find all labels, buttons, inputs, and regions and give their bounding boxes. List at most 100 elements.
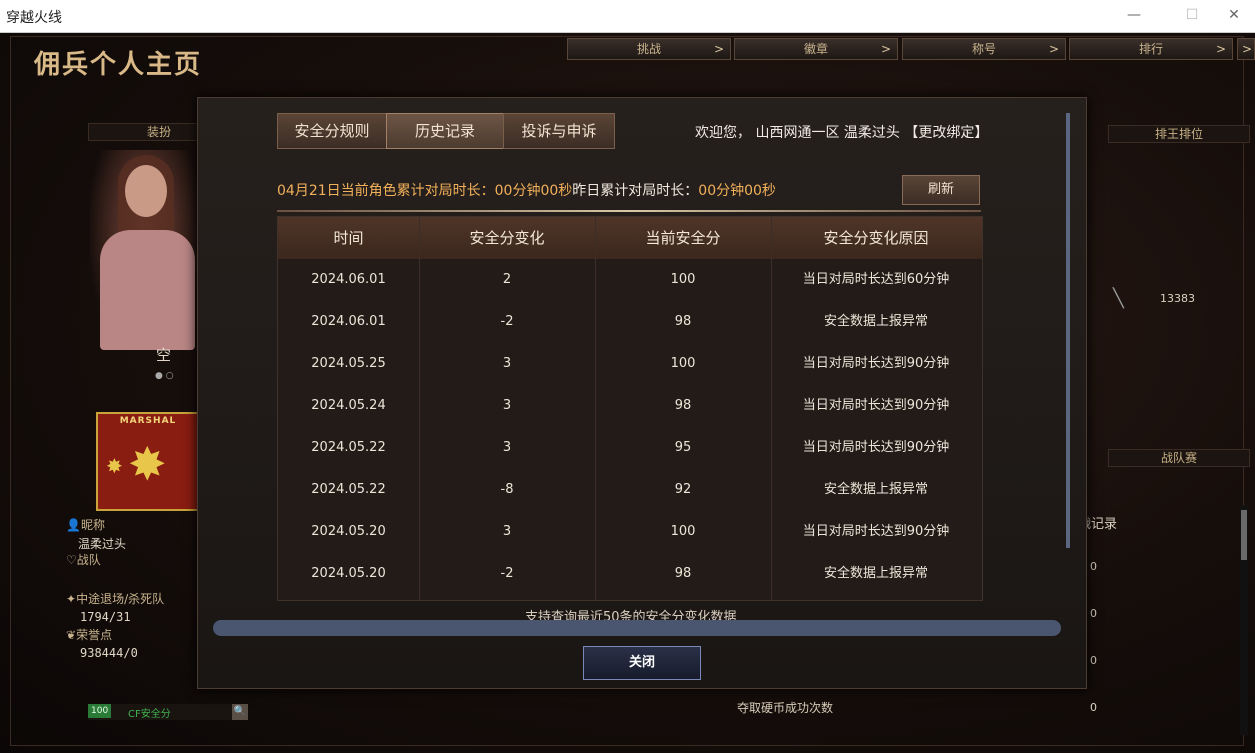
team-label: ♡战队 [66, 553, 101, 567]
table-row: 2024.05.20 3 100 当日对局时长达到90分钟 [278, 511, 982, 553]
table-cell: 3 [502, 440, 512, 455]
stat-number: 13383 [1160, 292, 1195, 305]
playtime-info: 04月21日当前角色累计对局时长：00分钟00秒昨日累计对局时长：00分钟00秒 [277, 183, 776, 199]
nickname-label: 👤昵称 [66, 518, 105, 532]
laurel-icon: ❦ [66, 628, 77, 642]
chevron-right-icon: > [713, 42, 724, 56]
safe-score-value: 100 [88, 704, 112, 718]
chevron-right-icon: > [1048, 42, 1059, 56]
history-table: 时间 安全分变化 当前安全分 安全分变化原因 2024.06.01 2 100 当日对… [277, 216, 983, 601]
table-row: 2024.05.22 -8 92 安全数据上报异常 [278, 469, 982, 511]
runner-icon: ✦ [66, 592, 77, 606]
column-reason: 安全分变化原因 [823, 229, 929, 247]
knife-icon: ╲ [1113, 288, 1124, 309]
table-cell: 2 [502, 272, 512, 287]
column-current: 当前安全分 [645, 229, 721, 247]
tab-clan-match[interactable]: 战队赛 [1108, 449, 1250, 467]
table-cell: 98 [674, 314, 692, 329]
table-cell: 2024.05.20 [311, 524, 386, 539]
dialog-scrollbar[interactable] [1066, 113, 1070, 548]
table-cell: 2024.05.20 [311, 566, 386, 581]
table-cell: 3 [502, 398, 512, 413]
nav-title-label: 称号 [971, 42, 996, 56]
honor-label: ❦荣誉点 [66, 628, 113, 642]
table-cell: -2 [500, 314, 514, 329]
tab-history[interactable]: 历史记录 [386, 113, 504, 149]
table-cell: 2024.06.01 [311, 272, 386, 287]
record-value: 0 [1090, 560, 1097, 573]
table-row: 2024.06.01 2 100 当日对局时长达到60分钟 [278, 259, 982, 301]
table-header: 时间 安全分变化 当前安全分 安全分变化原因 [278, 217, 982, 259]
close-window-icon[interactable]: ✕ [1222, 4, 1246, 26]
chevron-right-icon: > [1215, 42, 1226, 56]
person-icon: 👤 [66, 518, 81, 532]
table-cell: 2024.05.24 [311, 398, 386, 413]
window-title: 穿越火线 [6, 10, 62, 26]
nav-ranking[interactable]: 排行 > [1069, 38, 1233, 60]
nav-challenge-label: 挑战 [636, 42, 661, 56]
table-cell: 2024.05.22 [311, 482, 386, 497]
page-scrollbar[interactable] [1240, 505, 1248, 735]
team-icon: ♡ [66, 553, 77, 567]
tab-safe-rules[interactable]: 安全分规则 [277, 113, 387, 149]
change-binding-link[interactable]: 【更改绑定】 [904, 125, 988, 141]
rank-badge: MARSHAL ✸ ✸ [96, 412, 202, 511]
table-cell: 安全数据上报异常 [823, 314, 928, 329]
search-icon[interactable]: 🔍 [232, 704, 248, 720]
tab-ranked[interactable]: 排王排位 [1108, 125, 1250, 143]
quit-value: 1794/31 [80, 610, 131, 624]
coin-success-label: 夺取硬币成功次数 [737, 701, 834, 715]
nav-badge[interactable]: 徽章 > [734, 38, 898, 60]
page-title: 佣兵个人主页 [34, 50, 203, 80]
chevron-right-icon: > [880, 42, 891, 56]
record-value: 0 [1090, 701, 1097, 714]
table-row: 2024.06.01 -2 98 安全数据上报异常 [278, 301, 982, 343]
table-cell: 2024.06.01 [311, 314, 386, 329]
minimize-icon[interactable]: — [1122, 4, 1146, 26]
quit-label: ✦中途退场/杀死队 [66, 592, 165, 606]
empty-slot-label: 空 [156, 346, 172, 364]
table-cell: 当日对局时长达到90分钟 [802, 356, 950, 371]
badge-label: MARSHAL [119, 416, 177, 426]
table-row: 2024.05.24 3 98 当日对局时长达到90分钟 [278, 385, 982, 427]
nav-challenge[interactable]: 挑战 > [567, 38, 731, 60]
table-cell: 当日对局时长达到60分钟 [802, 272, 950, 287]
table-cell: 100 [670, 356, 696, 371]
table-cell: 当日对局时长达到90分钟 [802, 398, 950, 413]
horizontal-scrollbar[interactable] [213, 620, 1061, 636]
table-cell: 98 [674, 566, 692, 581]
window-titlebar: 穿越火线 — ☐ ✕ [0, 0, 1255, 33]
divider [277, 210, 981, 212]
welcome-text: 欢迎您， 山西网通一区 温柔过头 【更改绑定】 [695, 125, 989, 141]
table-cell: -8 [500, 482, 514, 497]
maximize-icon[interactable]: ☐ [1180, 4, 1204, 26]
chevron-right-icon: > [1241, 42, 1252, 56]
character-portrait [90, 150, 200, 350]
carousel-dots[interactable]: ● ○ [155, 371, 174, 381]
table-cell: 92 [674, 482, 692, 497]
nav-title[interactable]: 称号 > [902, 38, 1066, 60]
star-icon: ✸ [128, 437, 167, 491]
nav-ranking-label: 排行 [1138, 42, 1163, 56]
safe-score-bar: 100 CF安全分 [88, 704, 248, 720]
table-cell: 3 [502, 356, 512, 371]
table-cell: 98 [674, 398, 692, 413]
safe-score-label: CF安全分 [128, 709, 171, 720]
table-cell: 3 [502, 524, 512, 539]
record-value: 0 [1090, 654, 1097, 667]
table-cell: 安全数据上报异常 [823, 482, 928, 497]
tab-complaint[interactable]: 投诉与申诉 [503, 113, 615, 149]
record-value: 0 [1090, 607, 1097, 620]
table-row: 2024.05.22 3 95 当日对局时长达到90分钟 [278, 427, 982, 469]
column-time: 时间 [333, 229, 364, 247]
nickname-value: 温柔过头 [78, 537, 127, 551]
table-cell: 当日对局时长达到90分钟 [802, 440, 950, 455]
nav-more[interactable]: > [1237, 38, 1255, 60]
refresh-button[interactable]: 刷新 [902, 175, 980, 205]
table-cell: 安全数据上报异常 [823, 566, 928, 581]
close-button[interactable]: 关闭 [583, 646, 701, 680]
table-cell: 100 [670, 524, 696, 539]
table-row: 2024.05.25 3 100 当日对局时长达到90分钟 [278, 343, 982, 385]
table-row: 2024.05.20 -2 98 安全数据上报异常 [278, 553, 982, 595]
honor-value: 938444/0 [80, 646, 138, 660]
